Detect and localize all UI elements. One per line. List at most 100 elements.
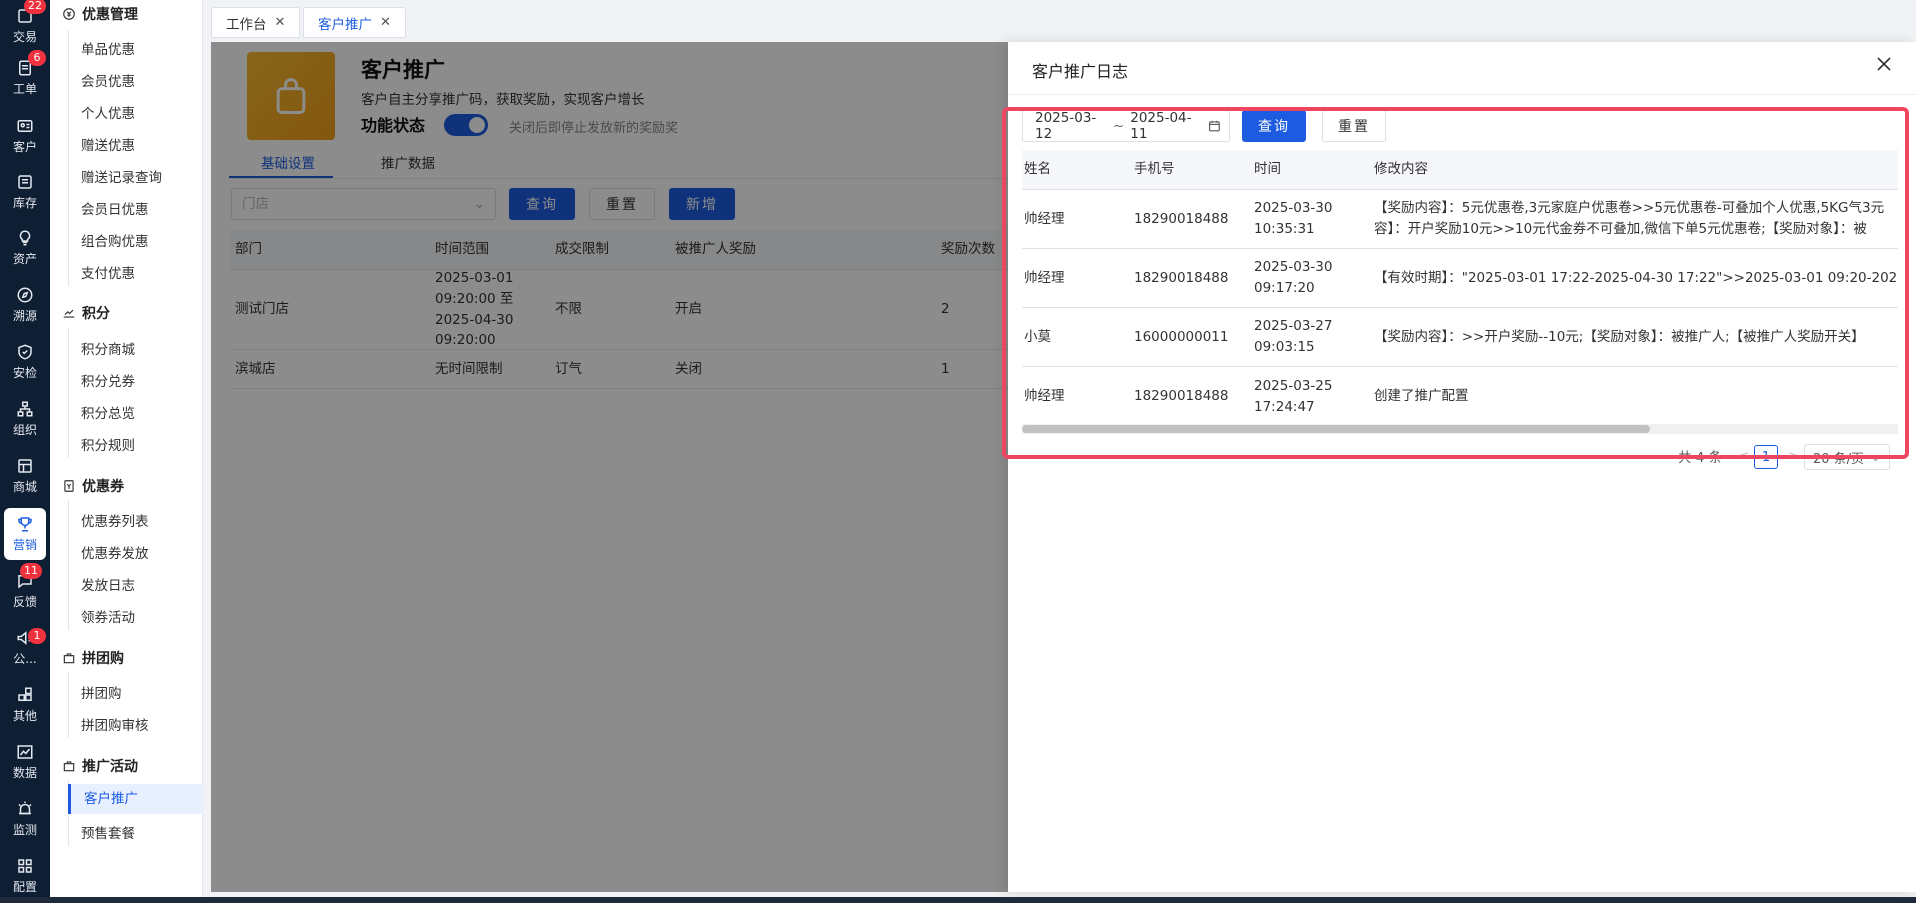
table-row[interactable]: 帅经理 18290018488 2025-03-25 17:24:47 创建了推… xyxy=(1022,367,1898,426)
menu-item[interactable]: 积分规则 xyxy=(81,434,135,454)
rail-item-notice[interactable]: 公... 1 xyxy=(0,622,50,674)
menu-item[interactable]: 个人优惠 xyxy=(81,102,135,122)
menu-divider xyxy=(68,328,69,458)
drawer-divider xyxy=(1008,94,1916,95)
menu-item[interactable]: 单品优惠 xyxy=(81,38,135,58)
tab-customer-promotion[interactable]: 客户推广 ✕ xyxy=(303,7,406,38)
bag-icon xyxy=(63,761,75,772)
rail-item-label: 组织 xyxy=(12,423,37,437)
trend-icon xyxy=(63,309,75,318)
log-name: 小莫 xyxy=(1024,328,1051,345)
rail-item-inventory[interactable]: 库存 xyxy=(0,166,50,218)
apps-icon xyxy=(18,859,32,873)
menu-item-customer-promotion[interactable]: 客户推广 xyxy=(68,784,203,814)
notification-badge: 22 xyxy=(24,0,46,14)
close-icon[interactable] xyxy=(1876,56,1892,72)
table-row[interactable]: 帅经理 18290018488 2025-03-30 09:17:20 【有效时… xyxy=(1022,249,1898,308)
menu-item[interactable]: 发放日志 xyxy=(81,574,135,594)
menu-item[interactable]: 领券活动 xyxy=(81,606,135,626)
coin-icon xyxy=(63,8,75,20)
log-phone: 18290018488 xyxy=(1134,269,1229,286)
menu-group-points[interactable]: 积分 xyxy=(62,303,110,323)
rail-item-config[interactable]: 配置 xyxy=(0,850,50,902)
pagination-prev[interactable]: < xyxy=(1738,442,1749,470)
rail-item-label: 客户 xyxy=(12,140,37,154)
org-icon xyxy=(17,401,33,417)
rail-item-trade[interactable]: 交易 22 xyxy=(0,0,50,52)
menu-item[interactable]: 赠送记录查询 xyxy=(81,166,162,186)
menu-item[interactable]: 支付优惠 xyxy=(81,262,135,282)
log-content: 【有效时期】："2025-03-01 17:22-2025-04-30 17:2… xyxy=(1374,269,1898,286)
rail-item-label: 反馈 xyxy=(12,595,37,609)
rail-item-label: 监测 xyxy=(12,823,37,837)
menu-item[interactable]: 赠送优惠 xyxy=(81,134,135,154)
header-cell: 时间 xyxy=(1254,161,1281,178)
rail-item-asset[interactable]: 资产 xyxy=(0,222,50,274)
pagination-next[interactable]: > xyxy=(1788,442,1799,470)
rail-item-trace[interactable]: 溯源 xyxy=(0,279,50,331)
menu-group-discount[interactable]: 优惠管理 xyxy=(62,4,138,24)
icon-rail: 交易 22 工单 6 客户 库存 资产 溯源 安检 组织 商城 营销 反馈 11… xyxy=(0,0,50,903)
date-range-picker[interactable]: 2025-03-12 ~ 2025-04-11 xyxy=(1022,110,1230,142)
table-row[interactable]: 帅经理 18290018488 2025-03-30 10:35:31 【奖励内… xyxy=(1022,190,1898,249)
rail-item-label: 配置 xyxy=(12,880,37,894)
log-time: 2025-03-30 09:17:20 xyxy=(1254,259,1333,296)
menu-group-coupon[interactable]: 优惠券 xyxy=(62,476,124,496)
rail-item-label: 工单 xyxy=(12,82,37,96)
menu-item[interactable]: 积分兑券 xyxy=(81,370,135,390)
rail-item-feedback[interactable]: 反馈 11 xyxy=(0,563,50,617)
scrollbar-thumb[interactable] xyxy=(1022,425,1650,433)
secondary-menu: 优惠管理 单品优惠 会员优惠 个人优惠 赠送优惠 赠送记录查询 会员日优惠 组合… xyxy=(50,0,203,903)
rail-item-org[interactable]: 组织 xyxy=(0,393,50,445)
store-icon xyxy=(18,459,32,473)
log-content: 【奖励内容】：>>开户奖励--10元;【奖励对象】：被推广人;【被推广人奖励开关… xyxy=(1374,328,1865,345)
log-phone: 16000000011 xyxy=(1134,328,1229,345)
log-name: 帅经理 xyxy=(1024,269,1065,286)
header-cell: 修改内容 xyxy=(1374,161,1428,178)
menu-item[interactable]: 优惠券发放 xyxy=(81,542,149,562)
page-size-select[interactable]: 20 条/页 ⌄ xyxy=(1804,444,1890,470)
menu-item[interactable]: 优惠券列表 xyxy=(81,510,149,530)
log-time: 2025-03-25 17:24:47 xyxy=(1254,377,1333,415)
rail-item-label: 安检 xyxy=(12,366,37,380)
menu-item[interactable]: 拼团购 xyxy=(81,682,122,702)
log-reset-button[interactable]: 重置 xyxy=(1322,110,1386,142)
menu-divider xyxy=(68,500,69,630)
rail-item-ticket[interactable]: 工单 6 xyxy=(0,50,50,104)
rail-item-store[interactable]: 商城 xyxy=(0,450,50,502)
log-phone: 18290018488 xyxy=(1134,210,1229,227)
menu-item[interactable]: 组合购优惠 xyxy=(81,230,149,250)
pagination-page-1[interactable]: 1 xyxy=(1754,445,1778,469)
close-icon[interactable]: ✕ xyxy=(275,15,286,30)
menu-item[interactable]: 会员优惠 xyxy=(81,70,135,90)
table-row[interactable]: 小莫 16000000011 2025-03-27 09:03:15 【奖励内容… xyxy=(1022,308,1898,367)
menu-item[interactable]: 会员日优惠 xyxy=(81,198,149,218)
header-cell: 手机号 xyxy=(1134,161,1175,178)
log-query-button[interactable]: 查询 xyxy=(1242,110,1306,142)
close-icon[interactable]: ✕ xyxy=(380,15,391,30)
notification-badge: 6 xyxy=(28,50,46,66)
rail-item-other[interactable]: 其他 xyxy=(0,679,50,731)
menu-group-promotion[interactable]: 推广活动 xyxy=(62,756,138,776)
menu-item[interactable]: 积分总览 xyxy=(81,402,135,422)
menu-item[interactable]: 拼团购审核 xyxy=(81,714,149,734)
modal-mask[interactable] xyxy=(211,42,1008,892)
date-end: 2025-04-11 xyxy=(1130,110,1192,142)
rail-item-monitor[interactable]: 监测 xyxy=(0,793,50,845)
pagination-total: 共 4 条 xyxy=(1678,450,1723,466)
rail-item-marketing[interactable]: 营销 xyxy=(4,508,46,560)
rail-item-customer[interactable]: 客户 xyxy=(0,110,50,162)
rail-item-label: 公... xyxy=(13,652,37,666)
horizontal-scrollbar[interactable] xyxy=(1022,424,1898,434)
tab-workbench[interactable]: 工作台 ✕ xyxy=(211,7,301,38)
rail-item-label: 商城 xyxy=(12,480,37,494)
rail-item-safety[interactable]: 安检 xyxy=(0,336,50,388)
promotion-log-drawer: 客户推广日志 2025-03-12 ~ 2025-04-11 查询 重置 姓名 … xyxy=(1008,42,1916,892)
date-start: 2025-03-12 xyxy=(1035,110,1097,142)
customer-icon xyxy=(17,120,33,132)
menu-item[interactable]: 预售套餐 xyxy=(81,822,135,842)
menu-item[interactable]: 积分商城 xyxy=(81,338,135,358)
menu-group-groupbuy[interactable]: 拼团购 xyxy=(62,648,124,668)
rail-item-data[interactable]: 数据 xyxy=(0,736,50,788)
log-content: 创建了推广配置 xyxy=(1374,388,1469,405)
